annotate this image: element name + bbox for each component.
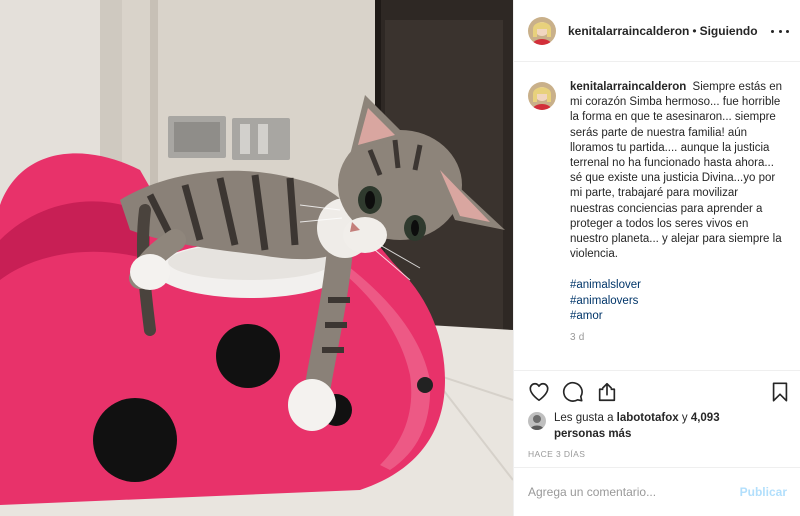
post-side-panel: kenitalarraincalderon • Siguiendo kenitala…: [513, 0, 800, 516]
header-separator: •: [692, 23, 697, 38]
add-comment-bar: Publicar: [514, 467, 800, 516]
bookmark-icon[interactable]: [769, 381, 791, 403]
likes-prefix: Les gusta a: [554, 412, 614, 424]
author-username[interactable]: kenitalarraincalderon: [568, 24, 689, 38]
caption-comment: kenitalarraincalderon Siempre estás en m…: [528, 80, 791, 345]
post-header: kenitalarraincalderon • Siguiendo: [514, 0, 800, 62]
action-icons-row: [514, 371, 800, 411]
author-avatar[interactable]: [528, 16, 556, 45]
hashtag-list: #animalslover #animalovers #amor: [570, 278, 784, 324]
caption-body: kenitalarraincalderon Siempre estás en m…: [570, 80, 784, 345]
likes-summary: Les gusta a labototafox y 4,093 personas…: [514, 411, 800, 449]
instagram-post: kenitalarraincalderon • Siguiendo kenitala…: [0, 0, 800, 516]
publish-button[interactable]: Publicar: [740, 485, 787, 499]
hashtag-link[interactable]: #animalslover: [570, 278, 784, 293]
caption-text: Siempre estás en mi corazón Simba hermos…: [570, 81, 783, 261]
comment-icon[interactable]: [562, 381, 584, 403]
liker-avatar[interactable]: [528, 412, 546, 430]
comments-section[interactable]: kenitalarraincalderon Siempre estás en m…: [514, 62, 800, 370]
likes-text: Les gusta a labototafox y 4,093 personas…: [554, 411, 724, 442]
post-photo[interactable]: [0, 0, 513, 516]
header-text: kenitalarraincalderon • Siguiendo: [568, 23, 758, 39]
hashtag-link[interactable]: #animalovers: [570, 294, 784, 309]
post-timestamp[interactable]: HACE 3 DÍAS: [528, 449, 585, 459]
kitten-on-potty-image: [0, 0, 513, 516]
caption-author-avatar[interactable]: [528, 82, 556, 110]
more-options-icon[interactable]: [771, 23, 789, 39]
liker-username[interactable]: labototafox: [617, 412, 679, 424]
hashtag-link[interactable]: #amor: [570, 309, 784, 324]
comment-input[interactable]: [528, 485, 740, 499]
caption-username[interactable]: kenitalarraincalderon: [570, 81, 686, 93]
heart-icon[interactable]: [528, 381, 550, 403]
likes-joiner: y: [681, 412, 688, 424]
caption-time[interactable]: 3 d: [570, 330, 784, 345]
share-icon[interactable]: [596, 381, 618, 403]
follow-status-button[interactable]: Siguiendo: [700, 24, 758, 38]
